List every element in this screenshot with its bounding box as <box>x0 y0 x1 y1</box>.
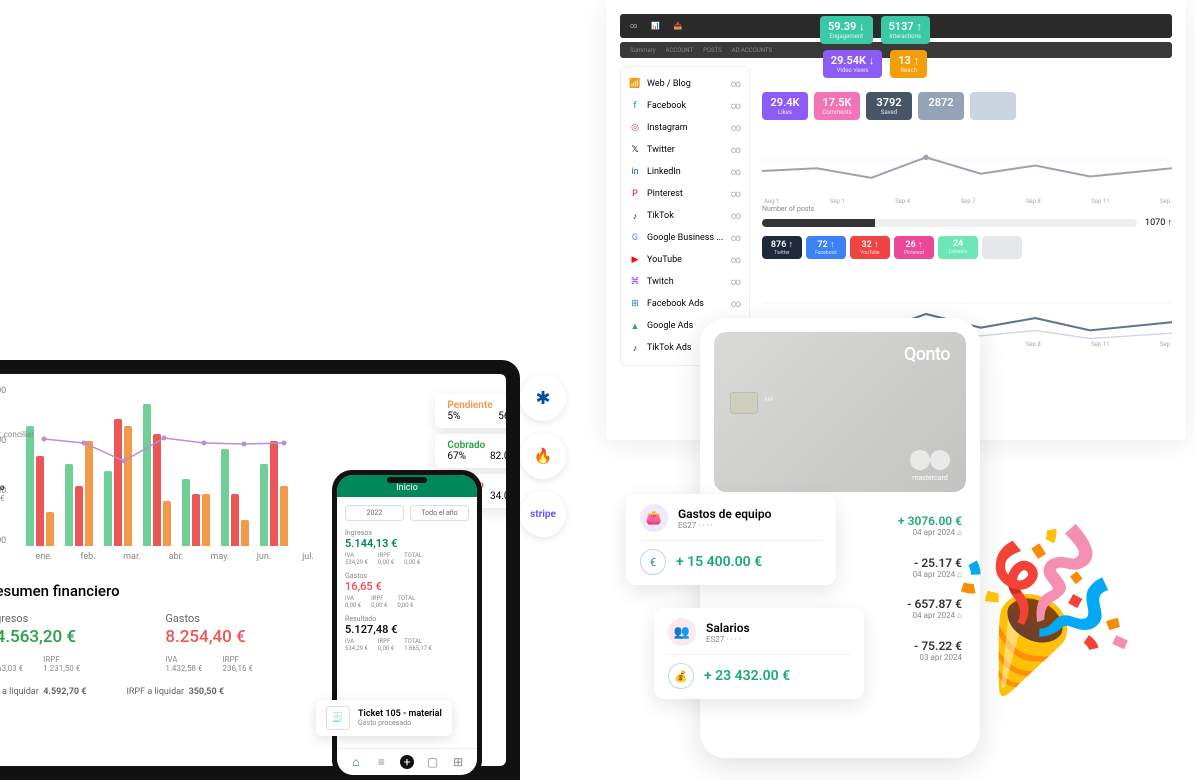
phone-selectors[interactable]: 2022Todo el año <box>345 505 469 521</box>
post-badge[interactable]: 32 ↑YouTube <box>850 236 890 259</box>
post-badge[interactable]: 876 ↑Twitter <box>762 236 802 259</box>
wallet-icon: 👛 <box>640 504 668 532</box>
bag-icon: 💰 <box>668 663 694 689</box>
col-ingresos: Ingresos 24.563,20 € IVA4.263,03 €IRPF1.… <box>0 612 135 673</box>
channel-instagram[interactable]: ◎Instagram∞ <box>627 117 743 139</box>
receipt-icon: 🧾 <box>326 706 350 730</box>
mini-chart-1 <box>762 130 1172 190</box>
stat-badge[interactable]: 3792Saved <box>866 92 912 120</box>
metric-badge[interactable]: 59.39 ↓Engagement <box>820 16 873 44</box>
stats-icon[interactable]: ≡ <box>374 755 388 769</box>
cropped-left-text: ; conciliar o € <box>0 426 40 556</box>
status-pending[interactable]: Pendiente5%5631,36 € <box>435 394 506 428</box>
col-gastos: Gastos 8.254,40 € IVA1.432,58 €IRPF236,1… <box>165 612 314 673</box>
trend-line <box>26 386 326 536</box>
phone-header: Inicio <box>337 475 477 497</box>
qonto-brand: Qonto <box>904 344 950 365</box>
channel-youtube[interactable]: ▶YouTube∞ <box>627 249 743 271</box>
stat-badge[interactable]: 17.5KComments <box>814 92 860 120</box>
bank-logos: ✱ 🔥 stripe <box>520 375 566 537</box>
metric-badge[interactable]: 29.54K ↓Video views <box>823 50 882 78</box>
metric-badge[interactable]: 5137 ↑Interactions <box>881 16 930 44</box>
status-collected[interactable]: Cobrado67%82.045,68 € <box>435 434 506 468</box>
post-badges: 876 ↑Twitter72 ↑Facebook32 ↑YouTube26 ↑P… <box>762 236 1172 259</box>
post-badge[interactable]: 24 LinkedIn <box>938 236 978 259</box>
stat-badge[interactable] <box>970 92 1016 120</box>
euro-icon: € <box>640 549 666 575</box>
people-icon: 👥 <box>668 618 696 646</box>
card-chip-icon <box>730 392 758 414</box>
home-icon[interactable]: ⌂ <box>349 755 363 769</box>
add-icon[interactable]: + <box>400 755 414 769</box>
y-tick: 4000 <box>0 386 6 396</box>
post-badge[interactable]: 26 ↑Pinterest <box>894 236 934 259</box>
scan-icon[interactable]: ▢ <box>426 755 440 769</box>
phone-nav[interactable]: ⌂ ≡ + ▢ ⊞ <box>337 748 477 775</box>
menu-icon[interactable]: ⊞ <box>451 755 465 769</box>
channel-twitch[interactable]: ⌘Twitch∞ <box>627 271 743 293</box>
mastercard-logo: mastercard <box>910 450 950 482</box>
floating-badges: 59.39 ↓Engagement 5137 ↑Interactions 29.54… <box>820 16 930 78</box>
stat-badge[interactable]: 29.4KLikes <box>762 92 808 120</box>
debit-card: Qonto ››› mastercard <box>714 332 966 492</box>
channel-facebookads[interactable]: ⊞Facebook Ads∞ <box>627 293 743 315</box>
stat-badges: 29.4KLikes17.5KComments3792Saved2872 <box>762 92 1172 120</box>
metric-badge[interactable]: 13 ↑Reach <box>890 50 927 78</box>
stat-badge[interactable]: 2872 <box>918 92 964 120</box>
float-salarios[interactable]: 👥SalariosES27 · · · · 💰+ 23 432.00 € <box>654 608 864 699</box>
channel-tiktok[interactable]: ♪TikTok∞ <box>627 205 743 227</box>
stripe-logo: stripe <box>520 491 566 537</box>
ticket-toast[interactable]: 🧾 Ticket 105 - materialGasto procesado <box>316 700 452 736</box>
channel-linkedin[interactable]: inLinkedIn∞ <box>627 161 743 183</box>
post-badge[interactable] <box>982 236 1022 259</box>
caixa-logo: ✱ <box>520 375 566 421</box>
float-equipo[interactable]: 👛Gastos de equipoES27 · · · · €+ 15 400.… <box>626 494 836 585</box>
channel-webblog[interactable]: 📶Web / Blog∞ <box>627 73 743 95</box>
channel-pinterest[interactable]: PPinterest∞ <box>627 183 743 205</box>
santander-logo: 🔥 <box>520 433 566 479</box>
channel-twitter[interactable]: 𝕏Twitter∞ <box>627 139 743 161</box>
post-badge[interactable]: 72 ↑Facebook <box>806 236 846 259</box>
channel-facebook[interactable]: fFacebook∞ <box>627 95 743 117</box>
channel-googlebusiness[interactable]: GGoogle Business ...∞ <box>627 227 743 249</box>
posts-progress: 1070 ↑ <box>762 217 1172 228</box>
